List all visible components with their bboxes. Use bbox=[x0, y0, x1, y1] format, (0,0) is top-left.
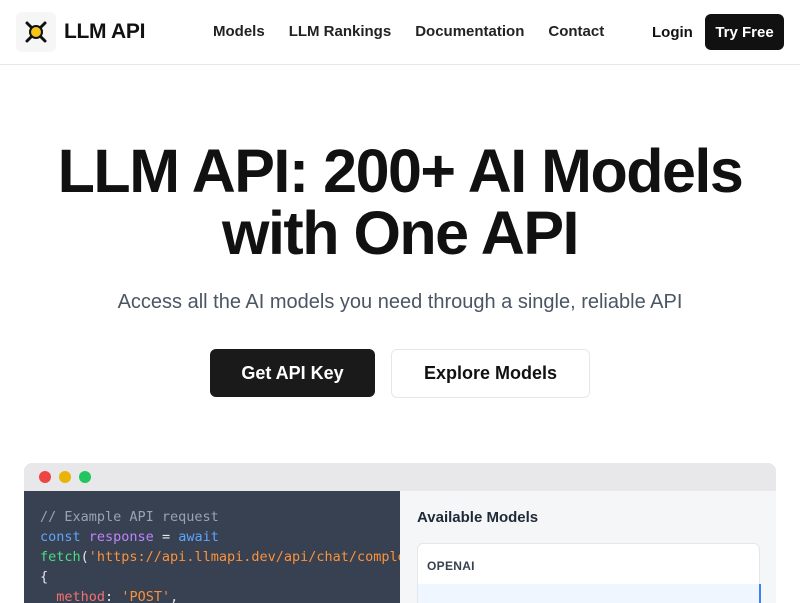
brand-name: LLM API bbox=[64, 20, 146, 43]
explore-models-button[interactable]: Explore Models bbox=[391, 349, 590, 398]
code-variable: response bbox=[88, 529, 154, 545]
window-title-bar bbox=[24, 463, 776, 491]
logo-glyph-icon bbox=[25, 21, 47, 43]
hero-title: LLM API: 200+ AI Models with One API bbox=[0, 140, 800, 264]
code-function: fetch bbox=[40, 549, 81, 565]
brand-logo-link[interactable]: LLM API bbox=[16, 12, 145, 52]
nav-models[interactable]: Models bbox=[213, 23, 265, 40]
nav-contact[interactable]: Contact bbox=[548, 23, 604, 40]
available-models-title: Available Models bbox=[417, 509, 539, 526]
get-api-key-button[interactable]: Get API Key bbox=[210, 349, 375, 397]
code-comment: // Example API request bbox=[40, 509, 219, 525]
hero-subtitle: Access all the AI models you need throug… bbox=[117, 291, 683, 313]
nav-documentation[interactable]: Documentation bbox=[415, 23, 524, 40]
window-minimize-dot-icon bbox=[59, 471, 71, 483]
code-method-string: 'POST' bbox=[121, 589, 171, 603]
code-comma: , bbox=[170, 589, 179, 603]
window-maximize-dot-icon bbox=[79, 471, 91, 483]
hero-title-line-2: with One API bbox=[222, 199, 579, 267]
login-link[interactable]: Login bbox=[652, 24, 693, 41]
models-card: OPENAI bbox=[417, 543, 761, 603]
code-property: method bbox=[56, 589, 106, 603]
hero-title-line-1: LLM API: 200+ AI Models bbox=[57, 137, 744, 205]
code-keyword-await: await bbox=[178, 529, 219, 545]
code-keyword-const: const bbox=[40, 529, 81, 545]
code-colon: : bbox=[105, 589, 114, 603]
main-nav: Models LLM Rankings Documentation Contac… bbox=[213, 23, 628, 40]
code-example: // Example API request const response = … bbox=[24, 491, 400, 603]
available-models-panel: Available Models OPENAI bbox=[400, 491, 776, 603]
code-paren: ( bbox=[80, 549, 89, 565]
window-close-dot-icon bbox=[39, 471, 51, 483]
code-brace: { bbox=[40, 569, 49, 585]
logo-mark-icon bbox=[16, 12, 56, 52]
code-url-string: 'https://api.llmapi.dev/api/chat/complet… bbox=[88, 549, 400, 565]
site-header: LLM API Models LLM Rankings Documentatio… bbox=[0, 0, 800, 65]
nav-llm-rankings[interactable]: LLM Rankings bbox=[289, 23, 392, 40]
model-list-item[interactable] bbox=[418, 584, 761, 603]
provider-label: OPENAI bbox=[427, 559, 475, 573]
code-operator: = bbox=[161, 529, 171, 545]
demo-window: // Example API request const response = … bbox=[24, 463, 776, 603]
try-free-button[interactable]: Try Free bbox=[705, 14, 784, 50]
